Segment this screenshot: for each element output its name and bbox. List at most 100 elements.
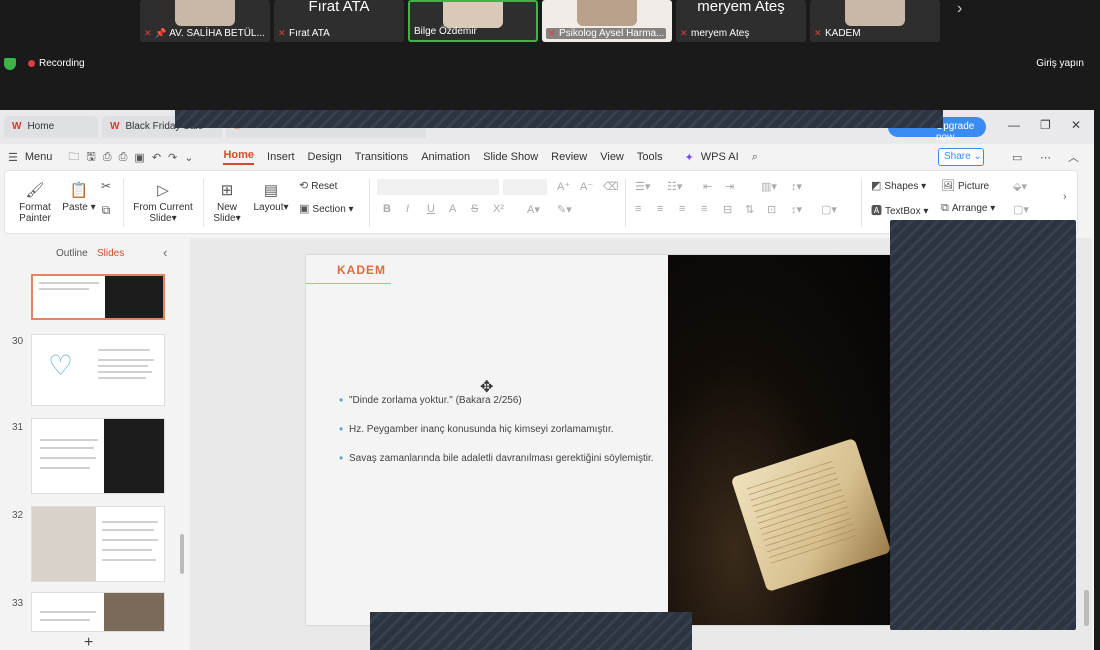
decrease-font-icon[interactable]: A⁻	[580, 180, 593, 193]
clear-format-icon[interactable]: ⌫	[603, 180, 619, 193]
participant-tile-active-speaker[interactable]: Bilge Özdemir	[408, 0, 538, 42]
highlight-icon[interactable]: ✎▾	[557, 203, 572, 216]
italic-icon[interactable]: I	[406, 203, 409, 215]
shape-outline-icon[interactable]: ▢▾	[1013, 203, 1029, 216]
close-icon[interactable]: ✕	[1071, 118, 1081, 132]
justify-icon[interactable]: ≡	[701, 203, 707, 215]
minimize-icon[interactable]: —	[1008, 118, 1020, 132]
format-painter-button[interactable]: 🖌 Format Painter	[15, 181, 55, 224]
underline-icon[interactable]: U	[427, 203, 435, 215]
arrange-button[interactable]: ⧉ Arrange ▾	[941, 202, 995, 215]
font-family-select[interactable]	[377, 179, 499, 195]
sort-icon[interactable]: ↕▾	[791, 180, 802, 193]
security-shield-icon[interactable]	[4, 58, 16, 70]
restore-icon[interactable]: ❐	[1040, 118, 1051, 132]
copy-icon[interactable]: ⧉	[99, 203, 113, 221]
slide-thumbnail[interactable]	[31, 592, 165, 632]
shapes-button[interactable]: ◩ Shapes ▾	[871, 179, 926, 192]
next-participants-icon[interactable]: ›	[957, 0, 962, 18]
participant-tile[interactable]: ✕ Psikolog Aysel Harma...	[542, 0, 672, 42]
undo-icon[interactable]: ↶	[152, 151, 161, 164]
print-icon[interactable]: ⎙	[119, 151, 128, 164]
align-right-icon[interactable]: ≡	[679, 203, 685, 215]
textbox-button[interactable]: 🅰 TextBox ▾	[871, 202, 928, 218]
collapse-ribbon-icon[interactable]: ︿	[1068, 149, 1079, 165]
picture-button[interactable]: 🖼 Picture	[941, 179, 989, 192]
collapse-panel-icon[interactable]: ‹	[163, 245, 167, 260]
sign-in-link[interactable]: Giriş yapın	[1036, 58, 1084, 69]
slide-thumbnail[interactable]	[31, 418, 165, 494]
decrease-indent-icon[interactable]: ⇤	[703, 180, 712, 193]
tab-slides[interactable]: Slides	[97, 248, 124, 259]
print-preview-icon[interactable]: ▣	[134, 151, 144, 164]
align-text-icon[interactable]: ⊡	[767, 203, 776, 216]
font-color-icon[interactable]: A▾	[527, 203, 540, 216]
layout-button[interactable]: ▤ Layout▾	[249, 181, 293, 213]
superscript-icon[interactable]: X²	[493, 203, 504, 215]
slide-thumbnail[interactable]: ♡	[31, 334, 165, 406]
bold-icon[interactable]: B	[383, 203, 391, 215]
more-icon[interactable]: ⋯	[1040, 151, 1051, 164]
tab-outline[interactable]: Outline	[56, 248, 88, 259]
participant-tile[interactable]: Fırat ATA ✕ Fırat ATA	[274, 0, 404, 42]
columns-icon[interactable]: ▥▾	[761, 180, 777, 193]
tab-home-ribbon[interactable]: Home	[223, 149, 255, 165]
participant-tile[interactable]: ✕ KADEM	[810, 0, 940, 42]
comment-icon[interactable]: ▭	[1012, 151, 1022, 164]
tab-home[interactable]: W Home	[4, 116, 98, 138]
tab-design[interactable]: Design	[308, 151, 342, 163]
tab-slide-show[interactable]: Slide Show	[483, 151, 538, 163]
slide-thumbnail-selected[interactable]	[31, 274, 165, 320]
increase-indent-icon[interactable]: ⇥	[725, 180, 734, 193]
participant-name: AV. SALİHA BETÜL...	[169, 28, 265, 39]
bullets-icon[interactable]: ☰▾	[635, 180, 650, 193]
align-center-icon[interactable]: ≡	[657, 203, 663, 215]
tab-animation[interactable]: Animation	[421, 151, 470, 163]
recording-indicator[interactable]: Recording	[28, 58, 85, 69]
participant-tile[interactable]: meryem Ateş ✕ meryem Ateş	[676, 0, 806, 42]
strikethrough-icon[interactable]: S	[471, 203, 478, 215]
export-pdf-icon[interactable]: ⎙	[103, 151, 112, 164]
increase-font-icon[interactable]: A⁺	[557, 180, 570, 193]
save-icon[interactable]: 🖫	[86, 148, 95, 167]
slide-text-box[interactable]: "Dinde zorlama yoktur." (Bakara 2/256) H…	[339, 393, 654, 480]
cut-icon[interactable]: ✂	[99, 179, 113, 196]
align-left-icon[interactable]: ≡	[635, 203, 641, 215]
section-button[interactable]: ▣ Section ▾	[299, 202, 354, 215]
redo-icon[interactable]: ↷	[168, 151, 177, 164]
slide-thumbnail[interactable]	[31, 506, 165, 582]
shape-fill-icon[interactable]: ⬙▾	[1013, 180, 1027, 193]
from-current-slide-button[interactable]: ▷ From Current Slide▾	[131, 181, 195, 224]
current-slide[interactable]: KADEM "Dinde zorlama yoktur." (Bakara 2/…	[306, 255, 891, 625]
slide-photo-reading-book[interactable]	[668, 255, 891, 625]
new-slide-button[interactable]: ⊞ New Slide▾	[209, 181, 245, 224]
search-icon[interactable]: ⌕	[752, 151, 758, 164]
mic-muted-icon: ✕	[814, 28, 822, 38]
tab-insert[interactable]: Insert	[267, 151, 295, 163]
text-direction-icon[interactable]: ⇅	[745, 203, 754, 216]
add-slide-icon[interactable]: +	[84, 634, 93, 650]
tab-view[interactable]: View	[600, 151, 624, 163]
menu-icon[interactable]: ☰	[8, 151, 18, 164]
numbering-icon[interactable]: ☷▾	[667, 180, 682, 193]
shadow-icon[interactable]: A	[449, 203, 456, 215]
tab-transitions[interactable]: Transitions	[355, 151, 408, 163]
panel-scrollbar[interactable]	[180, 534, 184, 574]
share-button[interactable]: Share ⌄	[938, 148, 984, 166]
open-icon[interactable]: 🗀	[68, 148, 79, 167]
quick-access-dropdown-icon[interactable]: ⌄	[184, 151, 193, 164]
paste-button[interactable]: 📋 Paste ▾	[59, 181, 99, 213]
reset-button[interactable]: ⟲ Reset	[299, 179, 337, 192]
text-box-options-icon[interactable]: ▢▾	[821, 203, 837, 216]
ribbon-scroll-right-icon[interactable]: ›	[1063, 191, 1067, 203]
line-spacing-icon[interactable]: ↕▾	[791, 203, 802, 216]
participant-tile[interactable]: ✕ 📌 AV. SALİHA BETÜL...	[140, 0, 270, 42]
menu-button[interactable]: Menu	[25, 151, 53, 163]
mic-muted-icon: ✕	[278, 28, 286, 38]
wps-ai-button[interactable]: WPS AI	[701, 151, 739, 163]
font-size-select[interactable]	[503, 179, 547, 195]
tab-review[interactable]: Review	[551, 151, 587, 163]
tab-tools[interactable]: Tools	[637, 151, 663, 163]
editor-scrollbar[interactable]	[1084, 590, 1089, 626]
distribute-icon[interactable]: ⊟	[723, 203, 732, 216]
